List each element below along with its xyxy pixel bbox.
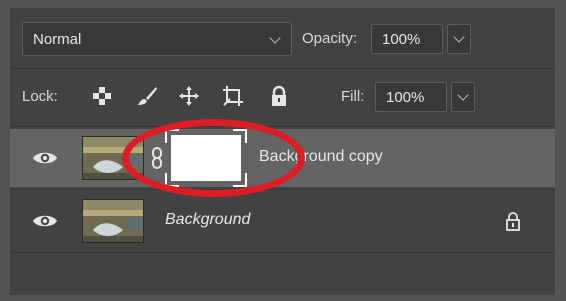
fill-label: Fill: [341,88,365,105]
layer-mask-thumbnail[interactable] [171,135,241,181]
opacity-label: Opacity: [302,30,358,47]
layer-thumbnail[interactable] [82,199,144,243]
lock-position-icon[interactable] [177,84,201,108]
fill-field[interactable]: 100% [375,82,447,112]
visibility-eye-icon[interactable] [32,149,58,167]
chevron-down-icon [457,89,469,101]
mask-link-chain-icon[interactable] [150,146,164,170]
layer-row-background[interactable]: Background [10,192,555,250]
lock-all-icon[interactable] [267,84,291,108]
lock-row: Lock: Fill: 100% [10,80,555,116]
fill-dropdown-button[interactable] [451,82,475,112]
opacity-dropdown-button[interactable] [447,24,471,54]
layer-name[interactable]: Background [165,211,250,229]
mask-selected-corner [165,129,179,143]
divider [10,189,555,190]
layer-locked-padlock-icon[interactable] [505,211,521,231]
layer-row-background-copy[interactable]: Background copy [10,129,555,187]
lock-label: Lock: [22,88,58,105]
divider [10,126,555,127]
layer-thumbnail[interactable] [82,136,144,180]
fill-value: 100% [386,89,425,106]
blend-mode-dropdown[interactable]: Normal [22,22,292,56]
mask-selected-corner [233,173,247,187]
chevron-down-icon [269,32,281,44]
lock-artboard-icon[interactable] [221,84,245,108]
mask-selected-corner [233,129,247,143]
visibility-eye-icon[interactable] [32,212,58,230]
opacity-value: 100% [382,31,421,48]
chevron-down-icon [453,31,465,43]
opacity-field[interactable]: 100% [371,24,443,54]
mask-selected-corner [165,173,179,187]
lock-image-pixels-icon[interactable] [135,84,159,108]
blend-options-row: Normal Opacity: 100% [10,22,555,56]
blend-mode-value: Normal [33,31,82,48]
divider [10,252,555,253]
lock-transparent-pixels-icon[interactable] [90,84,114,108]
divider [10,68,555,69]
layers-panel: Normal Opacity: 100% Lock: Fill: 100% Ba… [10,8,555,295]
layer-name[interactable]: Background copy [259,148,383,166]
